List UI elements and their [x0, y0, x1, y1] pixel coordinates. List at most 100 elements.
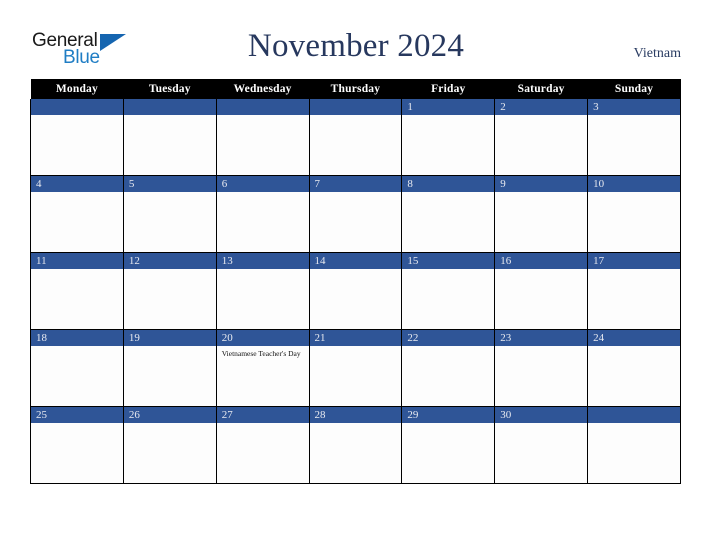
day-cell-23[interactable]: 23 [494, 329, 589, 407]
day-number: 25 [31, 407, 123, 423]
day-number: 11 [31, 253, 123, 269]
day-content [124, 115, 216, 175]
day-cell-empty [122, 99, 217, 176]
day-content [495, 346, 587, 406]
day-number: 22 [402, 330, 495, 346]
day-number: 17 [588, 253, 680, 269]
day-content [402, 269, 494, 329]
day-content [31, 423, 123, 483]
day-number: 14 [309, 253, 402, 269]
day-content [124, 346, 216, 406]
day-number: 28 [309, 407, 402, 423]
day-content [310, 192, 402, 252]
weekday-header-thursday: Thursday [309, 79, 402, 99]
day-cell-30[interactable]: 30 [494, 406, 589, 484]
day-cell-21[interactable]: 21 [308, 329, 403, 407]
day-cell-24[interactable]: 24 [587, 329, 681, 407]
day-number: 30 [495, 407, 588, 423]
day-number: 8 [402, 176, 495, 192]
day-cell-8[interactable]: 8 [401, 175, 496, 253]
day-content [310, 269, 402, 329]
day-content [217, 423, 309, 483]
day-content [217, 269, 309, 329]
day-number: 7 [309, 176, 402, 192]
calendar-week-row: 123 [30, 99, 681, 176]
day-cell-18[interactable]: 18 [30, 329, 124, 407]
day-cell-20[interactable]: 20 Vietnamese Teacher's Day [215, 329, 310, 407]
day-cell-25[interactable]: 25 [30, 406, 124, 484]
day-number: 9 [495, 176, 588, 192]
calendar-page: General Blue November 2024 Vietnam Monda… [0, 0, 712, 550]
calendar-week-row: 18 19 20 Vietnamese Teacher's Day 21 22 23 24 [30, 329, 681, 407]
month-grid: Monday Tuesday Wednesday Thursday Friday Satu… [30, 79, 681, 484]
day-number: 29 [402, 407, 495, 423]
day-cell-26[interactable]: 26 [122, 406, 217, 484]
day-cell-3[interactable]: 3 [587, 99, 681, 176]
day-cell-empty [308, 99, 403, 176]
day-content [495, 269, 587, 329]
day-cell-11[interactable]: 11 [30, 252, 124, 330]
day-number [31, 99, 123, 115]
day-cell-12[interactable]: 12 [122, 252, 217, 330]
day-content [588, 115, 680, 175]
day-content [310, 423, 402, 483]
day-content [124, 192, 216, 252]
day-cell-28[interactable]: 28 [308, 406, 403, 484]
weekday-header-tuesday: Tuesday [123, 79, 217, 99]
day-cell-1[interactable]: 1 [401, 99, 496, 176]
day-number: 13 [216, 253, 309, 269]
weekday-header-monday: Monday [30, 79, 124, 99]
day-cell-2[interactable]: 2 [494, 99, 589, 176]
day-content [402, 192, 494, 252]
day-number: 15 [402, 253, 495, 269]
calendar-week-row: 25 26 27 28 29 30 [30, 406, 681, 484]
day-content [588, 346, 680, 406]
day-cell-4[interactable]: 4 [30, 175, 124, 253]
calendar-body: 1 2 3 4 5 6 7 8 9 10 11 12 13 14 15 16 17 18 19 20 Vietnames… [30, 99, 681, 484]
day-content [495, 115, 587, 175]
day-content [588, 269, 680, 329]
day-number: 3 [588, 99, 680, 115]
day-content [31, 115, 123, 175]
country-label: Vietnam [633, 46, 681, 61]
calendar-week-row: 4 5 6 7 8 9 10 [30, 175, 681, 253]
day-cell-16[interactable]: 16 [494, 252, 589, 330]
day-number: 18 [31, 330, 123, 346]
day-content [402, 115, 494, 175]
day-cell-10[interactable]: 10 [587, 175, 681, 253]
day-content [217, 115, 309, 175]
weekday-header-saturday: Saturday [494, 79, 588, 99]
day-content: Vietnamese Teacher's Day [217, 346, 309, 406]
day-content [124, 423, 216, 483]
day-number: 2 [495, 99, 588, 115]
day-content [31, 269, 123, 329]
day-cell-15[interactable]: 15 [401, 252, 496, 330]
day-content [310, 115, 402, 175]
day-number [216, 99, 309, 115]
day-number: 12 [123, 253, 216, 269]
day-number: 24 [588, 330, 680, 346]
day-cell-5[interactable]: 5 [122, 175, 217, 253]
day-number: 27 [216, 407, 309, 423]
day-cell-17[interactable]: 17 [587, 252, 681, 330]
day-cell-22[interactable]: 22 [401, 329, 496, 407]
day-cell-27[interactable]: 27 [215, 406, 310, 484]
day-cell-9[interactable]: 9 [494, 175, 589, 253]
day-cell-29[interactable]: 29 [401, 406, 496, 484]
day-cell-empty [215, 99, 310, 176]
weekday-header-row: Monday Tuesday Wednesday Thursday Friday Satu… [30, 79, 681, 99]
day-content [310, 346, 402, 406]
day-cell-6[interactable]: 6 [215, 175, 310, 253]
weekday-header-wednesday: Wednesday [216, 79, 310, 99]
day-cell-19[interactable]: 19 [122, 329, 217, 407]
weekday-header-sunday: Sunday [587, 79, 681, 99]
day-number: 16 [495, 253, 588, 269]
day-cell-14[interactable]: 14 [308, 252, 403, 330]
day-content [217, 192, 309, 252]
day-number [588, 407, 680, 423]
calendar-week-row: 11 12 13 14 15 16 17 [30, 252, 681, 330]
day-number: 26 [123, 407, 216, 423]
day-number: 1 [402, 99, 495, 115]
day-cell-7[interactable]: 7 [308, 175, 403, 253]
day-cell-13[interactable]: 13 [215, 252, 310, 330]
